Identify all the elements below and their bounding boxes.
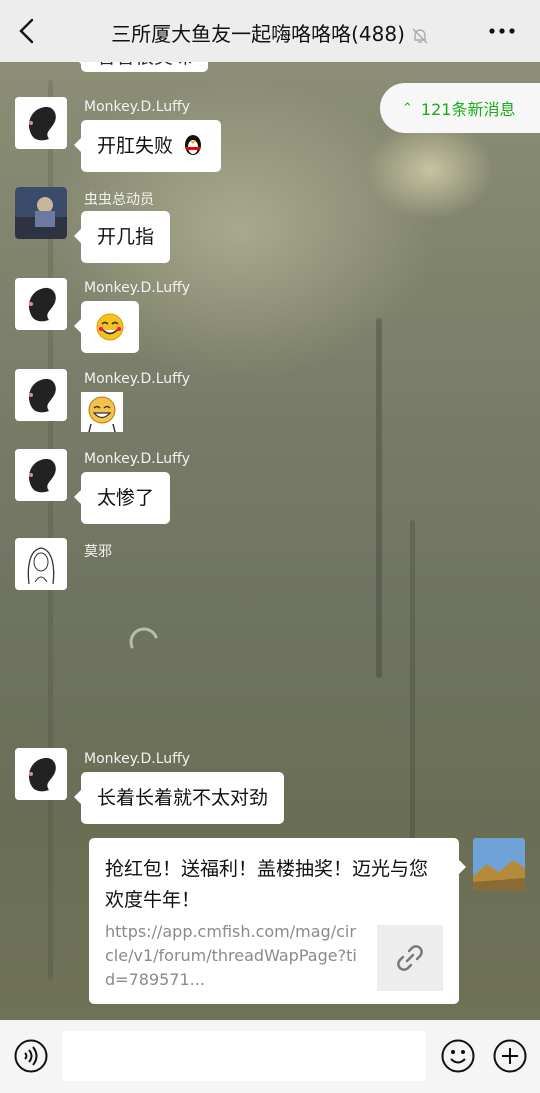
avatar-luffy[interactable]	[15, 278, 67, 330]
sender-name: 虫虫总动员	[84, 192, 154, 208]
sender-name: Monkey.D.Luffy	[84, 751, 191, 767]
input-bar	[0, 1020, 540, 1093]
plus-icon[interactable]	[493, 1039, 527, 1073]
chat-header: 三所厦大鱼友一起嗨咯咯咯(488)	[0, 0, 540, 62]
link-card-message[interactable]: 抢红包！送福利！盖楼抽奖！迈光与您欢度牛年！ https://app.cmfis…	[89, 838, 466, 1004]
avatar-self[interactable]	[473, 838, 525, 890]
penguin-emoji-icon	[185, 135, 202, 155]
new-messages-label: 121条新消息	[420, 100, 516, 119]
message-bubble[interactable]: 开肛失败	[73, 120, 222, 172]
avatar-luffy[interactable]	[15, 748, 67, 800]
avatar-moxie[interactable]	[15, 538, 67, 590]
message-text: 开肛失败	[97, 135, 174, 157]
sender-name: 莫邪	[84, 544, 112, 560]
more-dots-icon[interactable]	[488, 22, 516, 40]
loading-spinner-icon	[129, 627, 158, 649]
double-chevron-up-icon: ⌃	[402, 100, 413, 116]
message-input[interactable]	[62, 1031, 426, 1081]
laughing-sticker[interactable]	[81, 392, 123, 433]
background-streak	[376, 318, 382, 678]
voice-icon[interactable]	[14, 1039, 48, 1073]
avatar-luffy[interactable]	[15, 449, 67, 501]
link-icon	[377, 925, 443, 991]
message-bubble[interactable]	[74, 301, 139, 353]
bell-off-icon	[412, 28, 428, 43]
message-bubble[interactable]: 长着长着就不太对劲	[73, 772, 285, 824]
avatar-luffy[interactable]	[15, 369, 67, 421]
avatar-chongchong[interactable]	[15, 187, 67, 239]
smile-emoji-icon	[96, 313, 124, 341]
sender-name: Monkey.D.Luffy	[84, 280, 191, 296]
chat-title-text: 三所厦大鱼友一起嗨咯咯咯(488)	[111, 22, 405, 46]
link-card-url: https://app.cmfish.com/mag/circle/v1/for…	[105, 922, 357, 989]
message-text: 开几指	[97, 226, 155, 248]
message-bubble[interactable]: 太惨了	[73, 472, 171, 524]
chat-title: 三所厦大鱼友一起嗨咯咯咯(488)	[0, 18, 540, 47]
avatar-luffy[interactable]	[15, 97, 67, 149]
sender-name: Monkey.D.Luffy	[84, 371, 191, 387]
sender-name: Monkey.D.Luffy	[84, 99, 191, 115]
new-messages-button[interactable]: ⌃ 121条新消息	[380, 83, 540, 133]
message-bubble[interactable]: 开几指	[73, 211, 171, 263]
message-text: 长着长着就不太对劲	[97, 787, 269, 809]
link-card-title: 抢红包！送福利！盖楼抽奖！迈光与您欢度牛年！	[105, 858, 429, 911]
message-text: 太惨了	[97, 487, 155, 509]
emoji-icon[interactable]	[441, 1039, 475, 1073]
sender-name: Monkey.D.Luffy	[84, 451, 191, 467]
